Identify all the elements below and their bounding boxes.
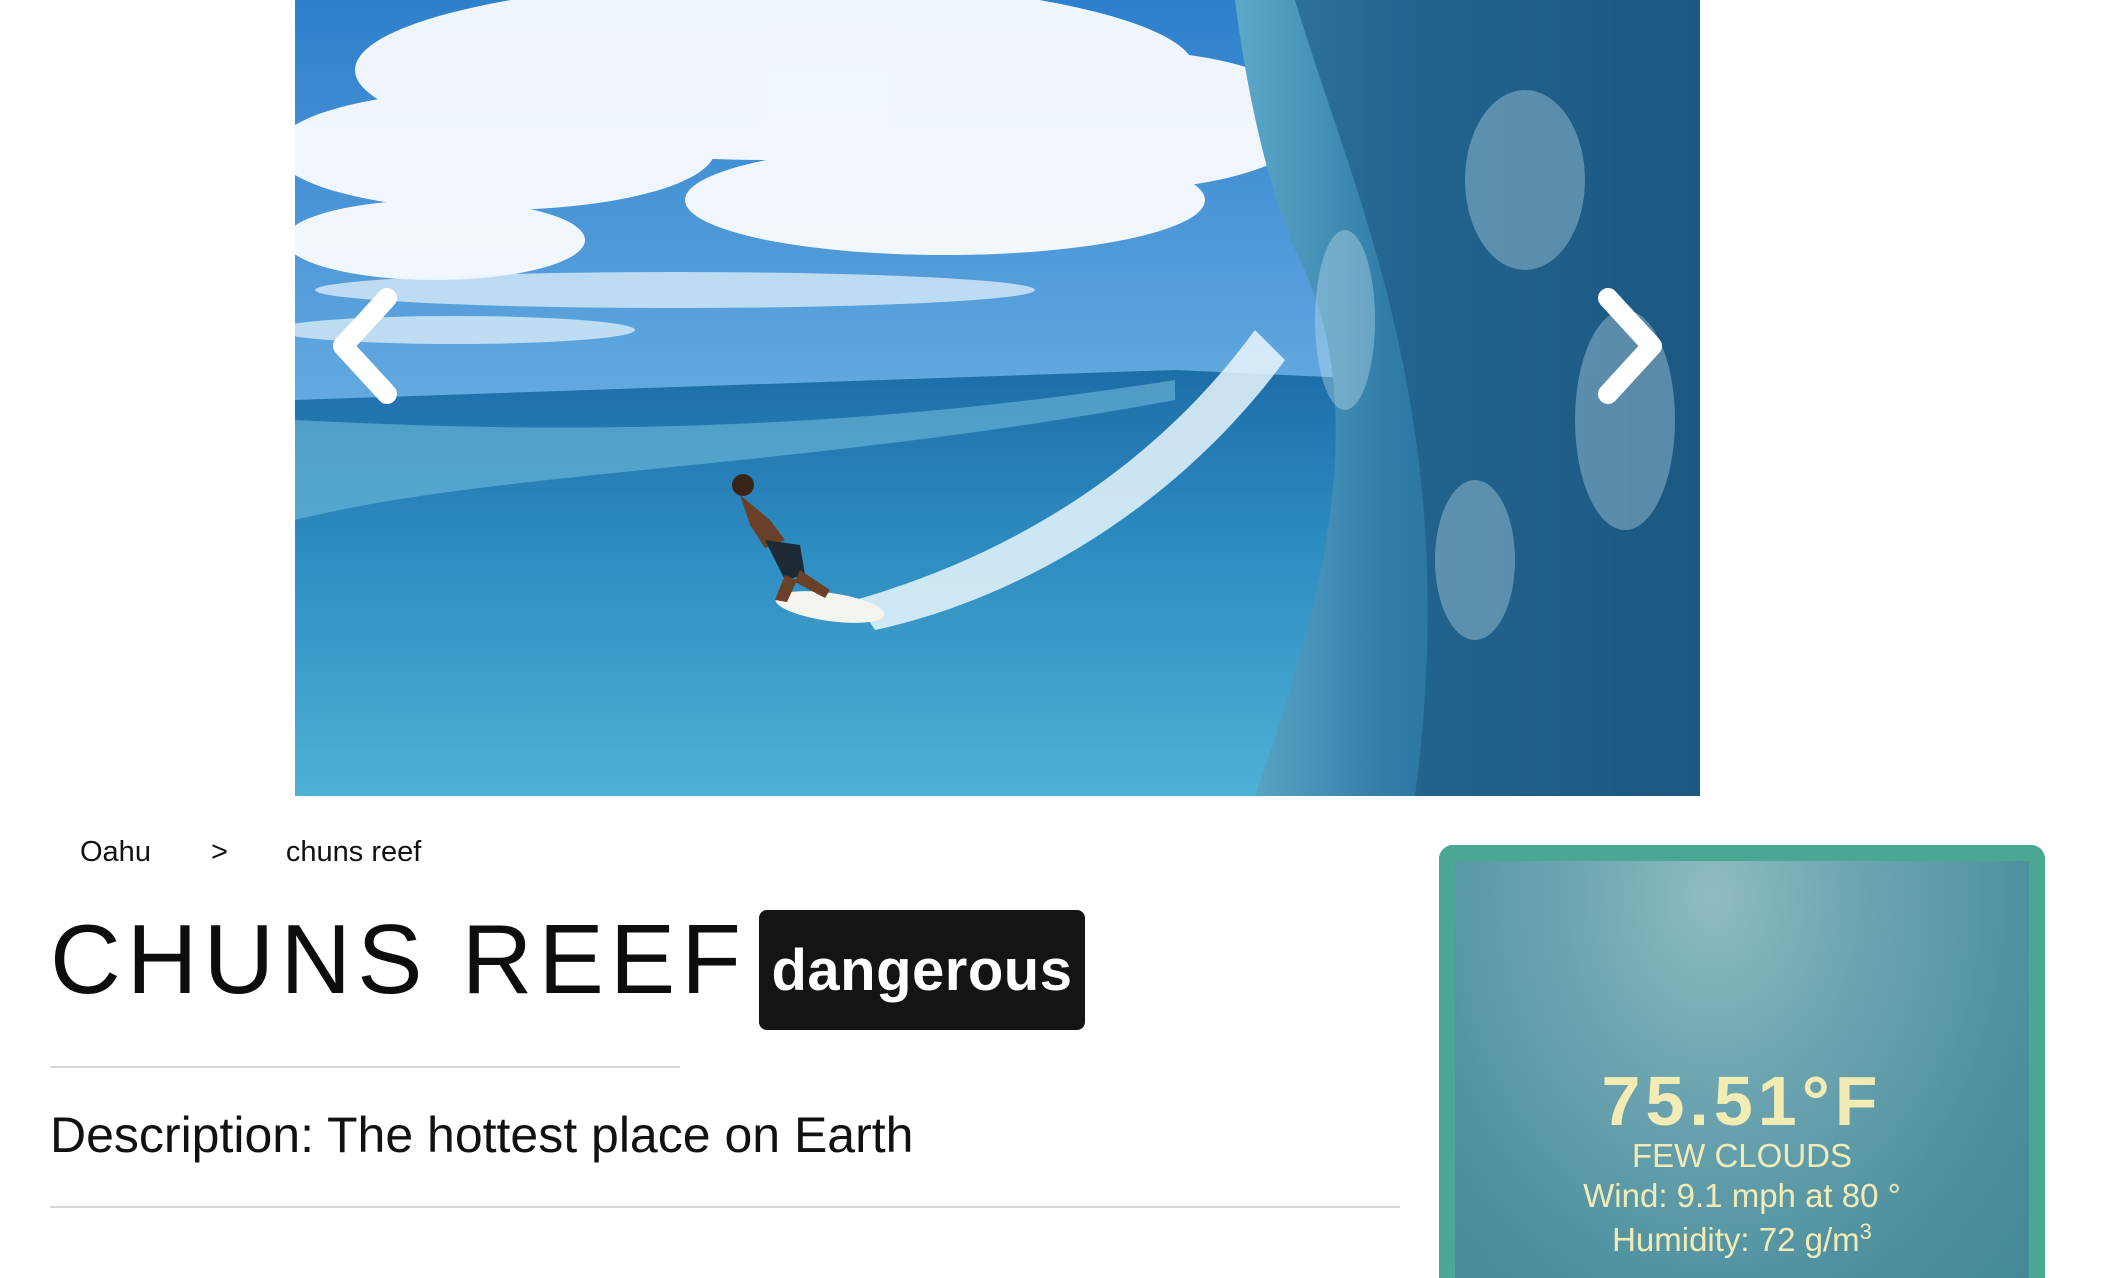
chevron-left-icon	[333, 288, 397, 404]
chevron-right-icon	[1598, 288, 1662, 404]
spot-title: CHUNS REEF	[50, 904, 748, 1014]
danger-badge: dangerous	[759, 910, 1085, 1030]
weather-card: 75.51°F FEW CLOUDS Wind: 9.1 mph at 80 °…	[1439, 845, 2045, 1278]
title-divider	[50, 1066, 680, 1068]
carousel-photo	[295, 0, 1700, 796]
weather-wind: Wind: 9.1 mph at 80 °	[1583, 1177, 1901, 1214]
carousel-next-button[interactable]	[1570, 276, 1680, 416]
weather-condition: FEW CLOUDS	[1631, 1137, 1852, 1174]
breadcrumb-separator: >	[210, 835, 228, 868]
image-carousel	[295, 0, 1700, 796]
weather-temperature: 75.51°F	[1601, 1062, 1883, 1140]
spot-page: Oahu > chuns reef CHUNS REEF dangerous D…	[0, 0, 2108, 1278]
carousel-prev-button[interactable]	[315, 276, 425, 416]
breadcrumb-current[interactable]: chuns reef	[286, 836, 421, 869]
breadcrumb: Oahu > chuns reef	[80, 832, 421, 872]
spot-description: Description: The hottest place on Earth	[50, 1107, 914, 1163]
humidity-exponent: 3	[1859, 1219, 1872, 1244]
description-divider	[50, 1206, 1400, 1208]
breadcrumb-parent-link[interactable]: Oahu	[80, 836, 151, 869]
weather-humidity: Humidity: 72 g/m3	[1455, 1219, 2029, 1258]
humidity-label: Humidity: 72 g/m	[1612, 1221, 1860, 1258]
